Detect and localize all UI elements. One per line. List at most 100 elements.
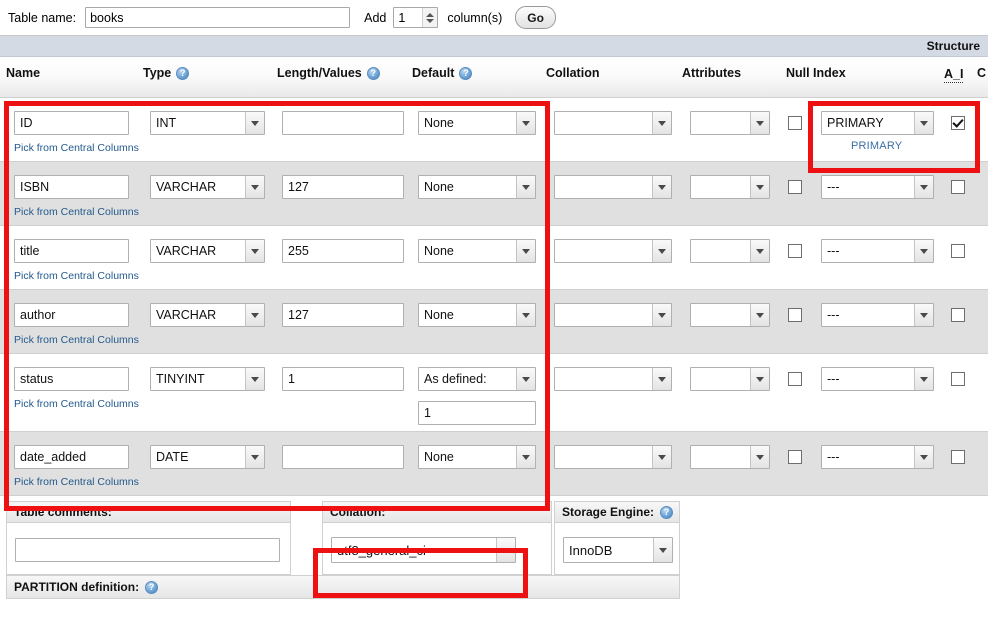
chevron-down-icon[interactable] (750, 240, 769, 262)
column-null-checkbox[interactable] (788, 180, 802, 194)
column-index-select[interactable]: PRIMARY (821, 111, 934, 135)
column-attributes-select[interactable] (690, 303, 770, 327)
column-auto-increment-checkbox[interactable] (951, 116, 965, 130)
column-type-select[interactable]: VARCHAR (150, 239, 265, 263)
chevron-down-icon[interactable] (914, 446, 933, 468)
chevron-down-icon[interactable] (750, 368, 769, 390)
pick-central-columns-link[interactable]: Pick from Central Columns (14, 334, 139, 346)
column-auto-increment-checkbox[interactable] (951, 372, 965, 386)
column-null-checkbox[interactable] (788, 308, 802, 322)
column-name-input[interactable] (14, 303, 129, 327)
chevron-down-icon[interactable] (516, 112, 535, 134)
column-auto-increment-checkbox[interactable] (951, 244, 965, 258)
column-collation-select[interactable] (554, 445, 672, 469)
column-auto-increment-checkbox[interactable] (951, 450, 965, 464)
column-length-input[interactable] (282, 367, 404, 391)
chevron-down-icon[interactable] (652, 112, 671, 134)
column-collation-select[interactable] (554, 111, 672, 135)
column-name-input[interactable] (14, 111, 129, 135)
pick-central-columns-link[interactable]: Pick from Central Columns (14, 270, 139, 282)
column-name-input[interactable] (14, 239, 129, 263)
column-attributes-select[interactable] (690, 111, 770, 135)
chevron-down-icon[interactable] (652, 368, 671, 390)
help-icon[interactable] (459, 66, 473, 80)
help-icon[interactable] (176, 66, 190, 80)
column-collation-select[interactable] (554, 175, 672, 199)
chevron-down-icon[interactable] (652, 240, 671, 262)
chevron-down-icon[interactable] (245, 304, 264, 326)
column-name-input[interactable] (14, 445, 129, 469)
chevron-down-icon[interactable] (750, 112, 769, 134)
column-index-select[interactable]: --- (821, 445, 934, 469)
chevron-down-icon[interactable] (914, 304, 933, 326)
spinner-down-icon[interactable] (426, 18, 435, 23)
column-index-select[interactable]: --- (821, 239, 934, 263)
chevron-down-icon[interactable] (914, 240, 933, 262)
chevron-down-icon[interactable] (245, 240, 264, 262)
chevron-down-icon[interactable] (653, 538, 672, 562)
column-attributes-select[interactable] (690, 445, 770, 469)
help-icon[interactable] (145, 580, 159, 594)
column-attributes-select[interactable] (690, 367, 770, 391)
chevron-down-icon[interactable] (516, 240, 535, 262)
chevron-down-icon[interactable] (516, 368, 535, 390)
column-null-checkbox[interactable] (788, 372, 802, 386)
column-index-select[interactable]: --- (821, 175, 934, 199)
column-default-select[interactable]: As defined: (418, 367, 536, 391)
column-default-select[interactable]: None (418, 303, 536, 327)
storage-engine-select[interactable]: InnoDB (563, 537, 673, 563)
chevron-down-icon[interactable] (914, 112, 933, 134)
column-attributes-select[interactable] (690, 239, 770, 263)
column-index-select[interactable]: --- (821, 303, 934, 327)
chevron-down-icon[interactable] (496, 538, 515, 562)
column-index-select[interactable]: --- (821, 367, 934, 391)
add-columns-stepper[interactable]: 1 (393, 7, 439, 28)
column-length-input[interactable] (282, 445, 404, 469)
pick-central-columns-link[interactable]: Pick from Central Columns (14, 142, 139, 154)
table-name-input[interactable] (85, 7, 351, 28)
column-name-input[interactable] (14, 367, 129, 391)
chevron-down-icon[interactable] (245, 446, 264, 468)
stepper-arrows[interactable] (422, 8, 438, 27)
column-null-checkbox[interactable] (788, 450, 802, 464)
column-length-input[interactable] (282, 239, 404, 263)
column-default-select[interactable]: None (418, 239, 536, 263)
column-length-input[interactable] (282, 303, 404, 327)
chevron-down-icon[interactable] (914, 176, 933, 198)
column-null-checkbox[interactable] (788, 244, 802, 258)
chevron-down-icon[interactable] (516, 176, 535, 198)
pick-central-columns-link[interactable]: Pick from Central Columns (14, 206, 139, 218)
table-comments-input[interactable] (15, 538, 280, 562)
column-length-input[interactable] (282, 175, 404, 199)
column-type-select[interactable]: INT (150, 111, 265, 135)
chevron-down-icon[interactable] (245, 112, 264, 134)
chevron-down-icon[interactable] (652, 176, 671, 198)
column-type-select[interactable]: VARCHAR (150, 175, 265, 199)
column-type-select[interactable]: TINYINT (150, 367, 265, 391)
column-default-select[interactable]: None (418, 175, 536, 199)
chevron-down-icon[interactable] (914, 368, 933, 390)
column-null-checkbox[interactable] (788, 116, 802, 130)
column-auto-increment-checkbox[interactable] (951, 180, 965, 194)
pick-central-columns-link[interactable]: Pick from Central Columns (14, 398, 139, 410)
chevron-down-icon[interactable] (750, 176, 769, 198)
chevron-down-icon[interactable] (245, 176, 264, 198)
go-button[interactable]: Go (515, 6, 556, 29)
column-collation-select[interactable] (554, 303, 672, 327)
column-collation-select[interactable] (554, 239, 672, 263)
help-icon[interactable] (366, 66, 380, 80)
pick-central-columns-link[interactable]: Pick from Central Columns (14, 476, 139, 488)
spinner-up-icon[interactable] (426, 12, 435, 17)
chevron-down-icon[interactable] (750, 446, 769, 468)
chevron-down-icon[interactable] (245, 368, 264, 390)
column-default-select[interactable]: None (418, 445, 536, 469)
column-default-value-input[interactable] (418, 401, 536, 425)
collation-select[interactable]: utf8_general_ci (331, 537, 516, 563)
column-default-select[interactable]: None (418, 111, 536, 135)
column-attributes-select[interactable] (690, 175, 770, 199)
chevron-down-icon[interactable] (652, 446, 671, 468)
help-icon[interactable] (660, 505, 674, 519)
column-collation-select[interactable] (554, 367, 672, 391)
chevron-down-icon[interactable] (750, 304, 769, 326)
chevron-down-icon[interactable] (516, 446, 535, 468)
